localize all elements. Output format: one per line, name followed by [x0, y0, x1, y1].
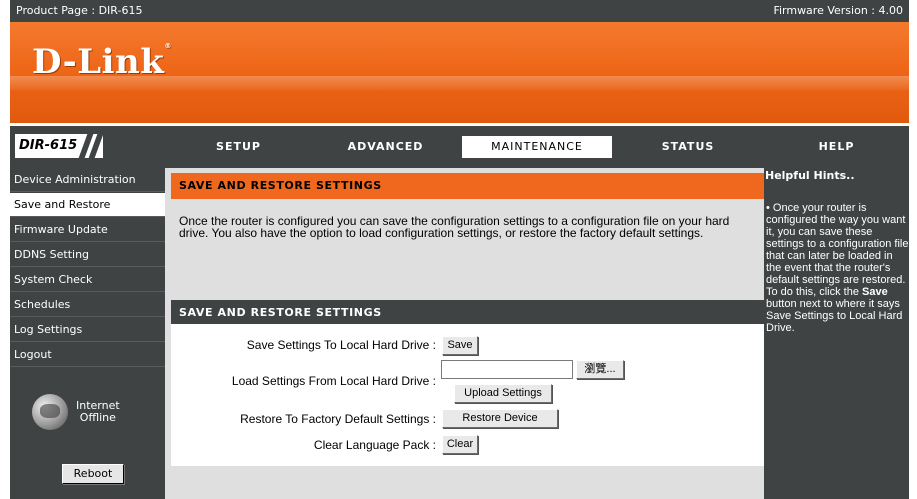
model-name: DIR-615 [19, 138, 78, 153]
internet-status: Internet Offline [32, 394, 152, 442]
settings-title: SAVE AND RESTORE SETTINGS [171, 298, 768, 324]
tab-status[interactable]: STATUS [614, 134, 762, 160]
save-button[interactable]: Save [442, 336, 478, 355]
file-path-input[interactable] [441, 360, 573, 379]
help-text-bold: Save [862, 286, 888, 298]
sidebar-item-firmware-update[interactable]: Firmware Update [10, 218, 165, 242]
top-bar: Product Page : DIR-615 Firmware Version … [10, 0, 909, 22]
page-frame: Product Page : DIR-615 Firmware Version … [0, 0, 917, 499]
firmware-version-label: Firmware Version : 4.00 [773, 4, 903, 17]
intro-section: SAVE AND RESTORE SETTINGS Once the route… [171, 173, 768, 293]
help-text: • Once your router is configured the way… [766, 202, 909, 334]
tab-help[interactable]: HELP [764, 134, 909, 160]
help-title: Helpful Hints.. [765, 169, 855, 182]
tab-maintenance[interactable]: MAINTENANCE [460, 134, 614, 160]
tab-advanced[interactable]: ADVANCED [312, 134, 459, 160]
sidebar-item-ddns-setting[interactable]: DDNS Setting [10, 243, 165, 267]
sidebar-item-logout[interactable]: Logout [10, 343, 165, 367]
help-panel: Helpful Hints.. • Once your router is co… [764, 168, 909, 499]
restore-device-button[interactable]: Restore Device [442, 409, 558, 428]
brand-banner: D-Link® [10, 22, 909, 126]
clear-button[interactable]: Clear [442, 435, 478, 454]
sidebar-item-log-settings[interactable]: Log Settings [10, 318, 165, 342]
globe-icon [32, 394, 68, 430]
dlink-logo: D-Link® [32, 42, 172, 82]
settings-section: SAVE AND RESTORE SETTINGS Save Settings … [171, 298, 768, 466]
model-badge: DIR-615 [15, 134, 155, 158]
nav-row: DIR-615 SETUP ADVANCED MAINTENANCE STATU… [10, 129, 909, 161]
intro-description: Once the router is configured you can sa… [179, 214, 730, 240]
router-ui: Product Page : DIR-615 Firmware Version … [10, 0, 909, 499]
restore-label: Restore To Factory Default Settings : [240, 412, 436, 426]
help-text-after: button next to where it says Save Settin… [766, 298, 903, 334]
sidebar: Device Administration Save and Restore F… [10, 168, 165, 499]
load-settings-label: Load Settings From Local Hard Drive : [231, 374, 436, 388]
sidebar-item-schedules[interactable]: Schedules [10, 293, 165, 317]
sidebar-item-save-and-restore[interactable]: Save and Restore [10, 193, 165, 217]
internet-status-label: Internet Offline [76, 400, 120, 424]
intro-title: SAVE AND RESTORE SETTINGS [171, 173, 768, 199]
help-text-before: Once your router is configured the way y… [766, 202, 909, 298]
save-settings-label: Save Settings To Local Hard Drive : [246, 338, 436, 352]
badge-cover [103, 134, 155, 158]
tab-setup[interactable]: SETUP [165, 134, 312, 160]
sidebar-item-system-check[interactable]: System Check [10, 268, 165, 292]
clear-language-label: Clear Language Pack : [313, 438, 436, 452]
offline-label: Offline [79, 411, 116, 424]
upload-settings-button[interactable]: Upload Settings [454, 384, 552, 403]
registered-mark: ® [164, 42, 172, 50]
logo-text: D-Link [32, 42, 165, 82]
product-page-label: Product Page : DIR-615 [16, 4, 143, 17]
browse-button[interactable]: 瀏覽... [576, 360, 624, 379]
reboot-button[interactable]: Reboot [62, 464, 124, 484]
bullet-icon: • [766, 202, 770, 214]
sidebar-item-device-administration[interactable]: Device Administration [10, 168, 165, 192]
main-content: SAVE AND RESTORE SETTINGS Once the route… [165, 168, 768, 499]
